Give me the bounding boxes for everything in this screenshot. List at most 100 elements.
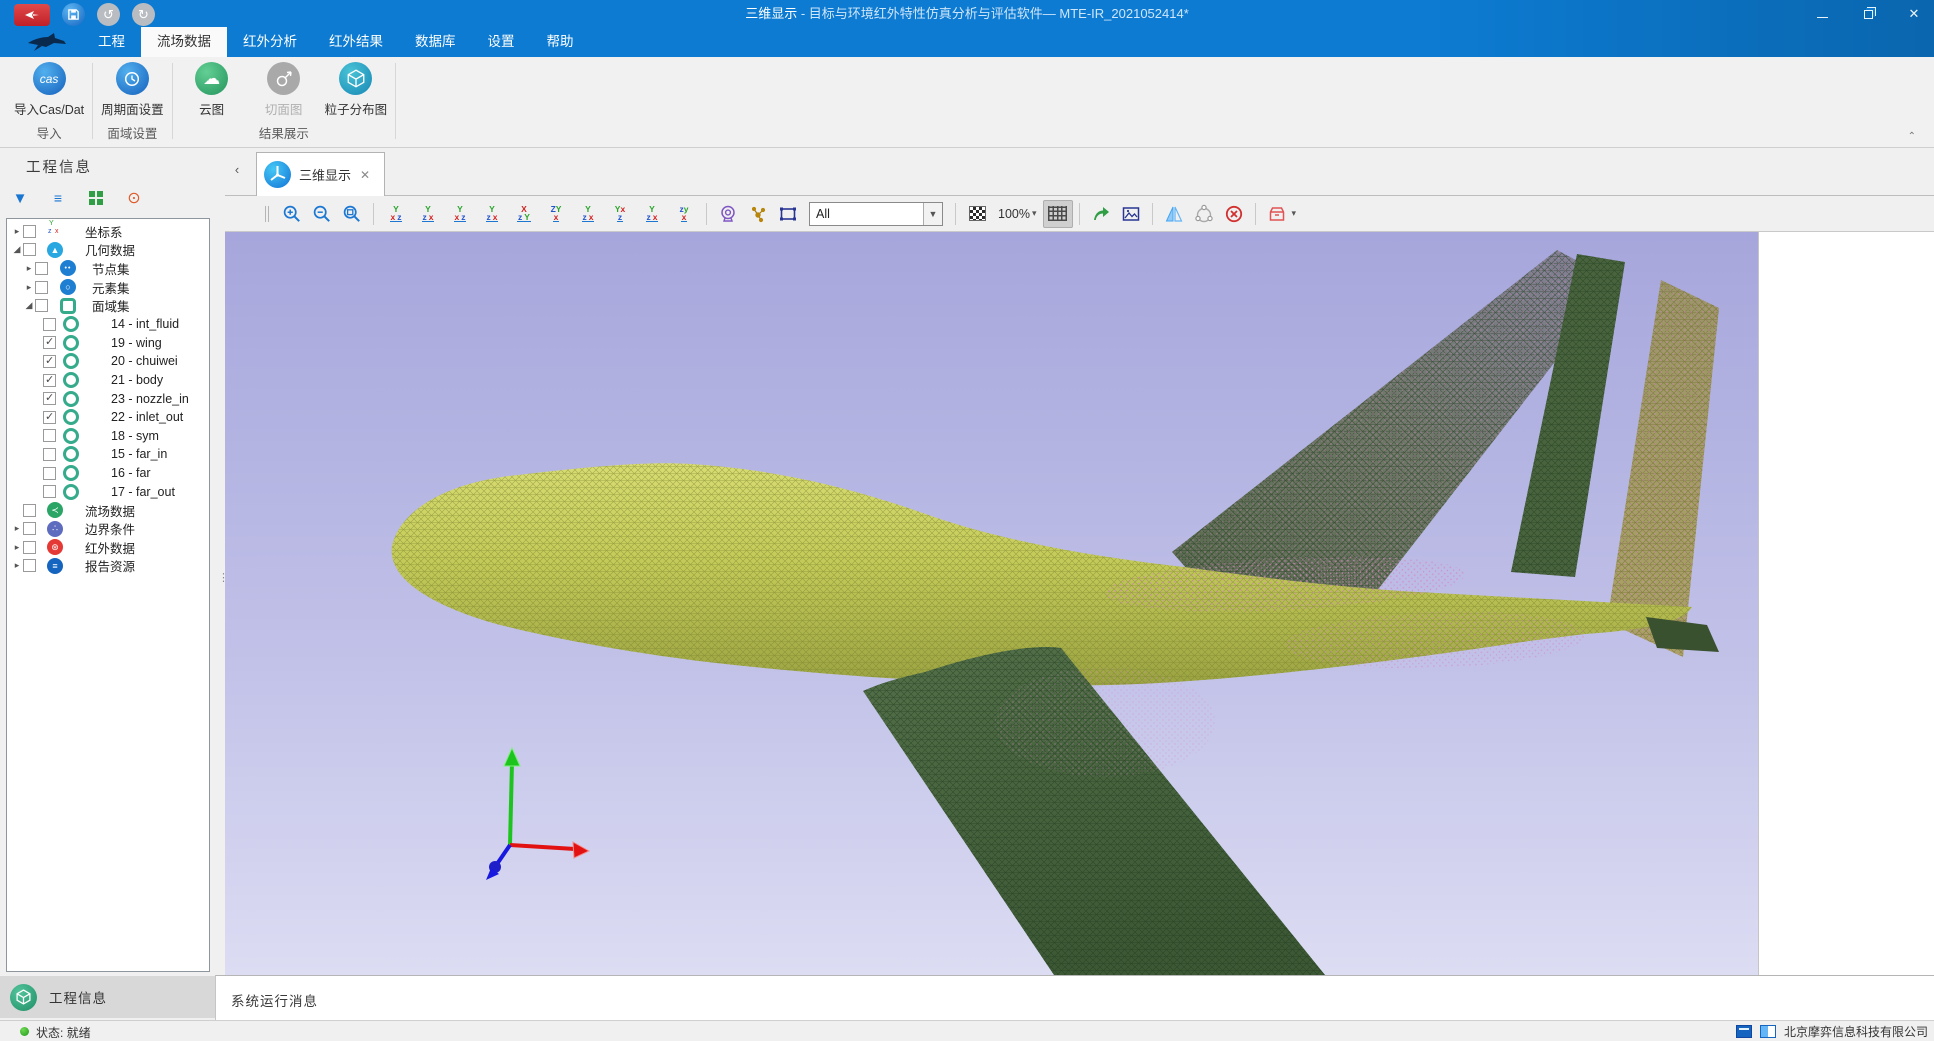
tab-3d-view[interactable]: 三维显示 ✕ bbox=[256, 152, 385, 196]
perspective-camera-button[interactable] bbox=[713, 200, 743, 228]
tree-label[interactable]: 16 - far bbox=[111, 466, 151, 480]
tree-row-3[interactable]: ▸○元素集 bbox=[7, 278, 209, 297]
window-layout-icon-2[interactable] bbox=[1760, 1025, 1776, 1038]
view-front-icon[interactable]: Yxz bbox=[380, 201, 412, 227]
tree-row-8[interactable]: 21 - body bbox=[7, 371, 209, 390]
tree-row-2[interactable]: ▸••节点集 bbox=[7, 259, 209, 278]
tree-label[interactable]: 17 - far_out bbox=[111, 485, 175, 499]
grid-view-icon[interactable] bbox=[84, 186, 108, 210]
tree-checkbox[interactable] bbox=[43, 374, 56, 387]
tree-row-10[interactable]: 22 - inlet_out bbox=[7, 408, 209, 427]
mesh-toggle-button[interactable] bbox=[1043, 200, 1073, 228]
tree-expander-icon[interactable]: ▸ bbox=[11, 523, 23, 534]
tree-label[interactable]: 23 - nozzle_in bbox=[111, 392, 189, 406]
zoom-fit-button[interactable] bbox=[337, 200, 367, 228]
tree-label[interactable]: 元素集 bbox=[92, 278, 130, 297]
tree-label[interactable]: 20 - chuiwei bbox=[111, 354, 178, 368]
menu-item-5[interactable]: 设置 bbox=[472, 27, 531, 57]
view-iso1-icon[interactable]: Yzx bbox=[572, 201, 604, 227]
tree-checkbox[interactable] bbox=[43, 336, 56, 349]
tree-checkbox[interactable] bbox=[23, 559, 36, 572]
tree-checkbox[interactable] bbox=[23, 243, 36, 256]
tree-label[interactable]: 14 - int_fluid bbox=[111, 317, 179, 331]
tree-row-16[interactable]: ▸∴边界条件 bbox=[7, 520, 209, 539]
tree-row-9[interactable]: 23 - nozzle_in bbox=[7, 389, 209, 408]
zoom-in-button[interactable] bbox=[277, 200, 307, 228]
tree-checkbox[interactable] bbox=[23, 504, 36, 517]
tree-label[interactable]: 红外数据 bbox=[85, 538, 135, 557]
tree-checkbox[interactable] bbox=[23, 522, 36, 535]
ribbon-button-particle[interactable]: 粒子分布图 bbox=[325, 57, 388, 123]
project-tree[interactable]: ▸Yzx坐标系◢▲几何数据▸••节点集▸○元素集 ◢ 面域集 14 - int_flu… bbox=[6, 218, 210, 972]
tree-expander-icon[interactable]: ▸ bbox=[11, 226, 23, 237]
viewport-3d[interactable] bbox=[225, 232, 1758, 975]
menu-item-3[interactable]: 红外结果 bbox=[313, 27, 399, 57]
menu-item-2[interactable]: 红外分析 bbox=[227, 27, 313, 57]
screenshot-button[interactable] bbox=[1116, 200, 1146, 228]
menu-item-6[interactable]: 帮助 bbox=[531, 27, 590, 57]
view-axis-icon[interactable]: zyx bbox=[668, 201, 700, 227]
panel-splitter[interactable]: ⋮ bbox=[215, 148, 225, 1020]
transparency-button[interactable] bbox=[962, 200, 992, 228]
tree-row-11[interactable]: 18 - sym bbox=[7, 427, 209, 446]
tree-label[interactable]: 边界条件 bbox=[85, 519, 135, 538]
tree-checkbox[interactable] bbox=[35, 299, 48, 312]
ribbon-button-cloud[interactable]: ☁云图 bbox=[181, 57, 243, 123]
view-iso3-icon[interactable]: Yzx bbox=[636, 201, 668, 227]
archive-caret-icon[interactable]: ▾ bbox=[1292, 208, 1297, 219]
view-top-icon[interactable]: XzY bbox=[508, 201, 540, 227]
tree-label[interactable]: 几何数据 bbox=[85, 240, 135, 259]
delete-button[interactable] bbox=[1219, 200, 1249, 228]
toolbar-drag-handle[interactable] bbox=[265, 206, 269, 222]
particles-button[interactable] bbox=[743, 200, 773, 228]
tree-label[interactable]: 19 - wing bbox=[111, 336, 162, 350]
tree-row-17[interactable]: ▸⊛红外数据 bbox=[7, 538, 209, 557]
tab-close-icon[interactable]: ✕ bbox=[360, 168, 370, 182]
menu-item-1[interactable]: 流场数据 bbox=[141, 27, 227, 57]
tree-checkbox[interactable] bbox=[23, 225, 36, 238]
tree-row-5[interactable]: 14 - int_fluid bbox=[7, 315, 209, 334]
combobox-dropdown-icon[interactable]: ▼ bbox=[923, 203, 942, 225]
minimize-button[interactable] bbox=[1812, 6, 1832, 21]
ribbon-button-clock[interactable]: 周期面设置 bbox=[101, 57, 164, 123]
tree-row-14[interactable]: 17 - far_out bbox=[7, 482, 209, 501]
tree-checkbox[interactable] bbox=[43, 467, 56, 480]
view-iso2-icon[interactable]: Yxz bbox=[604, 201, 636, 227]
tree-label[interactable]: 15 - far_in bbox=[111, 447, 167, 461]
tab-scroll-left-icon[interactable]: ‹ bbox=[227, 162, 247, 177]
view-left-icon[interactable]: Yxz bbox=[444, 201, 476, 227]
tree-checkbox[interactable] bbox=[35, 262, 48, 275]
view-bottom-icon[interactable]: ZYx bbox=[540, 201, 572, 227]
filter-icon[interactable]: ▼ bbox=[8, 186, 32, 210]
tree-label[interactable]: 面域集 bbox=[92, 296, 130, 315]
tree-expander-icon[interactable]: ▸ bbox=[23, 282, 35, 293]
mirror-button[interactable] bbox=[1159, 200, 1189, 228]
tree-expander-icon[interactable]: ▸ bbox=[11, 560, 23, 571]
ribbon-button-cas[interactable]: cas导入Cas/Dat bbox=[14, 57, 84, 123]
tree-row-6[interactable]: 19 - wing bbox=[7, 334, 209, 353]
tree-checkbox[interactable] bbox=[23, 541, 36, 554]
menu-item-4[interactable]: 数据库 bbox=[399, 27, 472, 57]
tree-row-12[interactable]: 15 - far_in bbox=[7, 445, 209, 464]
export-button[interactable] bbox=[1086, 200, 1116, 228]
display-filter-combobox[interactable]: All ▼ bbox=[809, 202, 943, 226]
tree-row-1[interactable]: ◢▲几何数据 bbox=[7, 241, 209, 260]
rect-select-button[interactable] bbox=[773, 200, 803, 228]
tree-row-15[interactable]: ≺流场数据 bbox=[7, 501, 209, 520]
tree-row-0[interactable]: ▸Yzx坐标系 bbox=[7, 222, 209, 241]
tree-expander-icon[interactable]: ◢ bbox=[11, 244, 23, 255]
tree-checkbox[interactable] bbox=[43, 392, 56, 405]
zoom-out-button[interactable] bbox=[307, 200, 337, 228]
archive-box-button[interactable] bbox=[1262, 200, 1292, 228]
tree-expander-icon[interactable]: ◢ bbox=[23, 300, 35, 311]
restore-button[interactable] bbox=[1858, 6, 1878, 21]
tree-checkbox[interactable] bbox=[43, 485, 56, 498]
tree-row-4[interactable]: ◢ 面域集 bbox=[7, 296, 209, 315]
tree-checkbox[interactable] bbox=[43, 429, 56, 442]
window-layout-icon-1[interactable] bbox=[1736, 1025, 1752, 1038]
view-right-icon[interactable]: Yzx bbox=[476, 201, 508, 227]
tree-expander-icon[interactable]: ▸ bbox=[23, 263, 35, 274]
close-button[interactable]: ✕ bbox=[1904, 6, 1924, 22]
view-back-icon[interactable]: Yzx bbox=[412, 201, 444, 227]
bottom-panel-tab[interactable]: 工程信息 bbox=[0, 976, 215, 1018]
